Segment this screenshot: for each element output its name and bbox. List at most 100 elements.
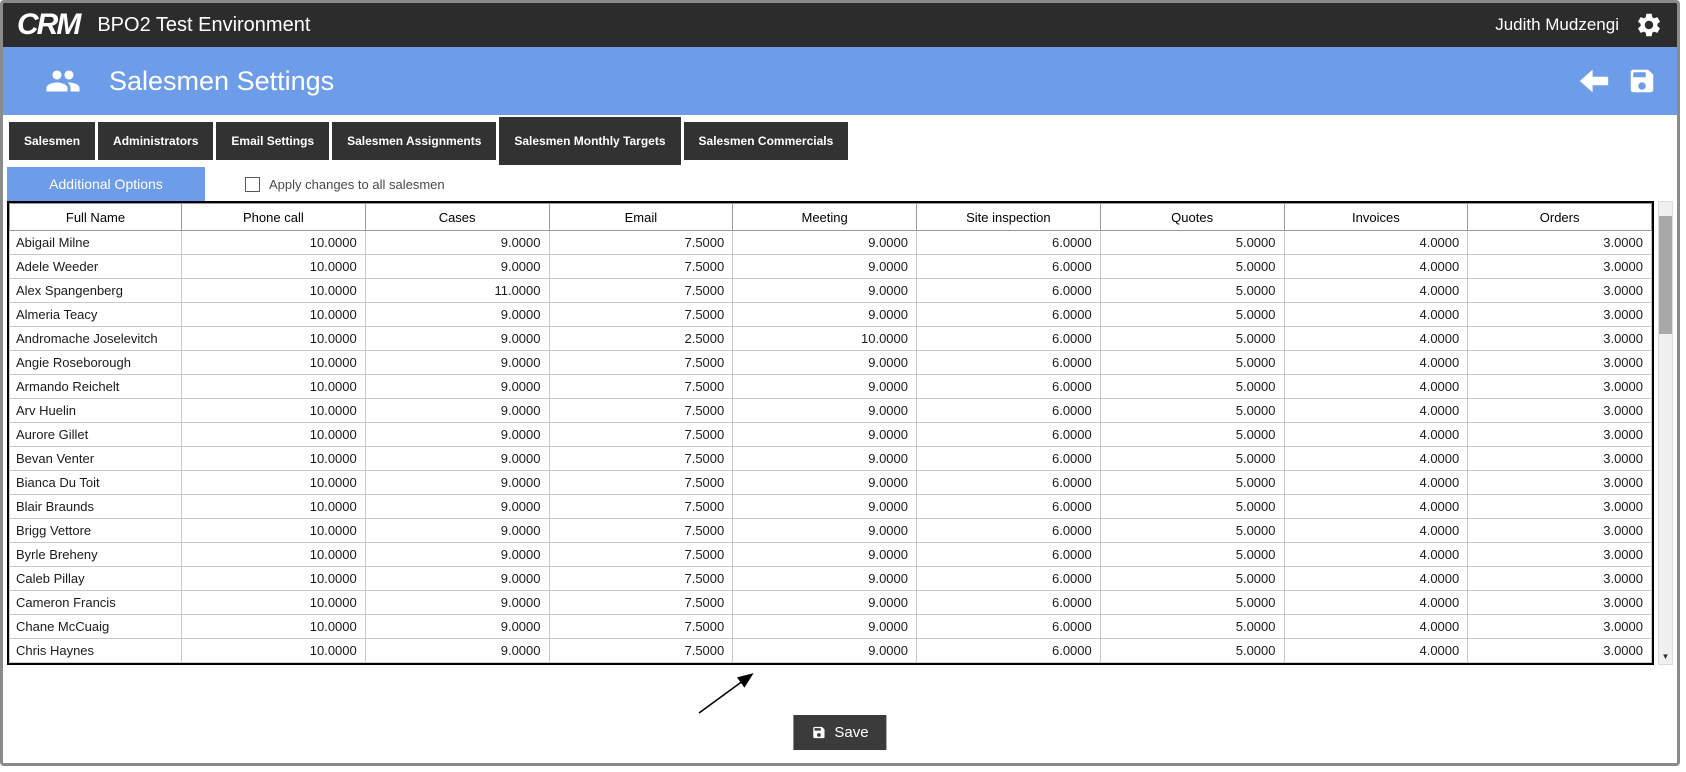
target-value-cell[interactable]: 9.0000 xyxy=(733,399,917,423)
target-value-cell[interactable]: 3.0000 xyxy=(1468,639,1652,663)
target-value-cell[interactable]: 3.0000 xyxy=(1468,399,1652,423)
target-value-cell[interactable]: 10.0000 xyxy=(182,399,366,423)
target-value-cell[interactable]: 9.0000 xyxy=(365,615,549,639)
target-value-cell[interactable]: 10.0000 xyxy=(182,231,366,255)
target-value-cell[interactable]: 6.0000 xyxy=(917,279,1101,303)
target-value-cell[interactable]: 3.0000 xyxy=(1468,231,1652,255)
target-value-cell[interactable]: 6.0000 xyxy=(917,519,1101,543)
target-value-cell[interactable]: 9.0000 xyxy=(733,423,917,447)
target-value-cell[interactable]: 3.0000 xyxy=(1468,447,1652,471)
target-value-cell[interactable]: 9.0000 xyxy=(365,567,549,591)
target-value-cell[interactable]: 10.0000 xyxy=(182,447,366,471)
target-value-cell[interactable]: 4.0000 xyxy=(1284,327,1468,351)
target-value-cell[interactable]: 5.0000 xyxy=(1100,567,1284,591)
target-value-cell[interactable]: 6.0000 xyxy=(917,375,1101,399)
target-value-cell[interactable]: 10.0000 xyxy=(182,375,366,399)
target-value-cell[interactable]: 7.5000 xyxy=(549,615,733,639)
target-value-cell[interactable]: 10.0000 xyxy=(182,495,366,519)
target-value-cell[interactable]: 3.0000 xyxy=(1468,279,1652,303)
target-value-cell[interactable]: 7.5000 xyxy=(549,447,733,471)
target-value-cell[interactable]: 3.0000 xyxy=(1468,255,1652,279)
target-value-cell[interactable]: 9.0000 xyxy=(733,519,917,543)
tab-salesmen[interactable]: Salesmen xyxy=(9,122,95,160)
target-value-cell[interactable]: 6.0000 xyxy=(917,543,1101,567)
target-value-cell[interactable]: 4.0000 xyxy=(1284,399,1468,423)
target-value-cell[interactable]: 10.0000 xyxy=(182,471,366,495)
target-value-cell[interactable]: 6.0000 xyxy=(917,567,1101,591)
target-value-cell[interactable]: 4.0000 xyxy=(1284,639,1468,663)
target-value-cell[interactable]: 7.5000 xyxy=(549,255,733,279)
target-value-cell[interactable]: 4.0000 xyxy=(1284,303,1468,327)
target-value-cell[interactable]: 9.0000 xyxy=(365,639,549,663)
target-value-cell[interactable]: 9.0000 xyxy=(733,639,917,663)
target-value-cell[interactable]: 10.0000 xyxy=(182,423,366,447)
target-value-cell[interactable]: 9.0000 xyxy=(365,399,549,423)
target-value-cell[interactable]: 7.5000 xyxy=(549,567,733,591)
target-value-cell[interactable]: 10.0000 xyxy=(182,255,366,279)
target-value-cell[interactable]: 4.0000 xyxy=(1284,543,1468,567)
target-value-cell[interactable]: 4.0000 xyxy=(1284,375,1468,399)
target-value-cell[interactable]: 6.0000 xyxy=(917,423,1101,447)
apply-all-checkbox[interactable] xyxy=(245,177,260,192)
target-value-cell[interactable]: 7.5000 xyxy=(549,231,733,255)
target-value-cell[interactable]: 6.0000 xyxy=(917,447,1101,471)
target-value-cell[interactable]: 6.0000 xyxy=(917,615,1101,639)
target-value-cell[interactable]: 10.0000 xyxy=(182,279,366,303)
target-value-cell[interactable]: 6.0000 xyxy=(917,351,1101,375)
target-value-cell[interactable]: 6.0000 xyxy=(917,255,1101,279)
target-value-cell[interactable]: 10.0000 xyxy=(182,327,366,351)
scrollbar-thumb[interactable] xyxy=(1659,216,1672,334)
target-value-cell[interactable]: 9.0000 xyxy=(733,543,917,567)
scrollbar-down-button[interactable]: ▼ xyxy=(1659,649,1672,664)
target-value-cell[interactable]: 10.0000 xyxy=(182,639,366,663)
target-value-cell[interactable]: 9.0000 xyxy=(365,303,549,327)
table-scrollbar[interactable]: ▼ xyxy=(1658,201,1673,665)
target-value-cell[interactable]: 5.0000 xyxy=(1100,615,1284,639)
target-value-cell[interactable]: 10.0000 xyxy=(182,351,366,375)
tab-salesmen-assignments[interactable]: Salesmen Assignments xyxy=(332,122,496,160)
target-value-cell[interactable]: 6.0000 xyxy=(917,471,1101,495)
target-value-cell[interactable]: 9.0000 xyxy=(733,471,917,495)
target-value-cell[interactable]: 7.5000 xyxy=(549,351,733,375)
target-value-cell[interactable]: 9.0000 xyxy=(365,351,549,375)
target-value-cell[interactable]: 11.0000 xyxy=(365,279,549,303)
target-value-cell[interactable]: 7.5000 xyxy=(549,279,733,303)
tab-email-settings[interactable]: Email Settings xyxy=(216,122,329,160)
target-value-cell[interactable]: 6.0000 xyxy=(917,495,1101,519)
target-value-cell[interactable]: 9.0000 xyxy=(365,327,549,351)
target-value-cell[interactable]: 5.0000 xyxy=(1100,543,1284,567)
target-value-cell[interactable]: 9.0000 xyxy=(733,591,917,615)
target-value-cell[interactable]: 9.0000 xyxy=(365,519,549,543)
target-value-cell[interactable]: 5.0000 xyxy=(1100,447,1284,471)
target-value-cell[interactable]: 4.0000 xyxy=(1284,255,1468,279)
target-value-cell[interactable]: 3.0000 xyxy=(1468,591,1652,615)
target-value-cell[interactable]: 3.0000 xyxy=(1468,567,1652,591)
target-value-cell[interactable]: 7.5000 xyxy=(549,471,733,495)
target-value-cell[interactable]: 3.0000 xyxy=(1468,423,1652,447)
target-value-cell[interactable]: 7.5000 xyxy=(549,519,733,543)
target-value-cell[interactable]: 9.0000 xyxy=(733,615,917,639)
target-value-cell[interactable]: 10.0000 xyxy=(182,519,366,543)
target-value-cell[interactable]: 5.0000 xyxy=(1100,375,1284,399)
target-value-cell[interactable]: 3.0000 xyxy=(1468,327,1652,351)
target-value-cell[interactable]: 5.0000 xyxy=(1100,639,1284,663)
target-value-cell[interactable]: 9.0000 xyxy=(733,447,917,471)
target-value-cell[interactable]: 5.0000 xyxy=(1100,591,1284,615)
target-value-cell[interactable]: 3.0000 xyxy=(1468,615,1652,639)
target-value-cell[interactable]: 9.0000 xyxy=(733,495,917,519)
tab-salesmen-commercials[interactable]: Salesmen Commercials xyxy=(684,122,849,160)
target-value-cell[interactable]: 3.0000 xyxy=(1468,375,1652,399)
target-value-cell[interactable]: 3.0000 xyxy=(1468,543,1652,567)
target-value-cell[interactable]: 9.0000 xyxy=(365,375,549,399)
target-value-cell[interactable]: 6.0000 xyxy=(917,639,1101,663)
target-value-cell[interactable]: 7.5000 xyxy=(549,591,733,615)
target-value-cell[interactable]: 7.5000 xyxy=(549,495,733,519)
save-button[interactable]: Save xyxy=(793,715,886,750)
target-value-cell[interactable]: 7.5000 xyxy=(549,423,733,447)
target-value-cell[interactable]: 9.0000 xyxy=(365,255,549,279)
target-value-cell[interactable]: 5.0000 xyxy=(1100,399,1284,423)
target-value-cell[interactable]: 9.0000 xyxy=(733,567,917,591)
target-value-cell[interactable]: 6.0000 xyxy=(917,231,1101,255)
target-value-cell[interactable]: 5.0000 xyxy=(1100,423,1284,447)
target-value-cell[interactable]: 3.0000 xyxy=(1468,471,1652,495)
